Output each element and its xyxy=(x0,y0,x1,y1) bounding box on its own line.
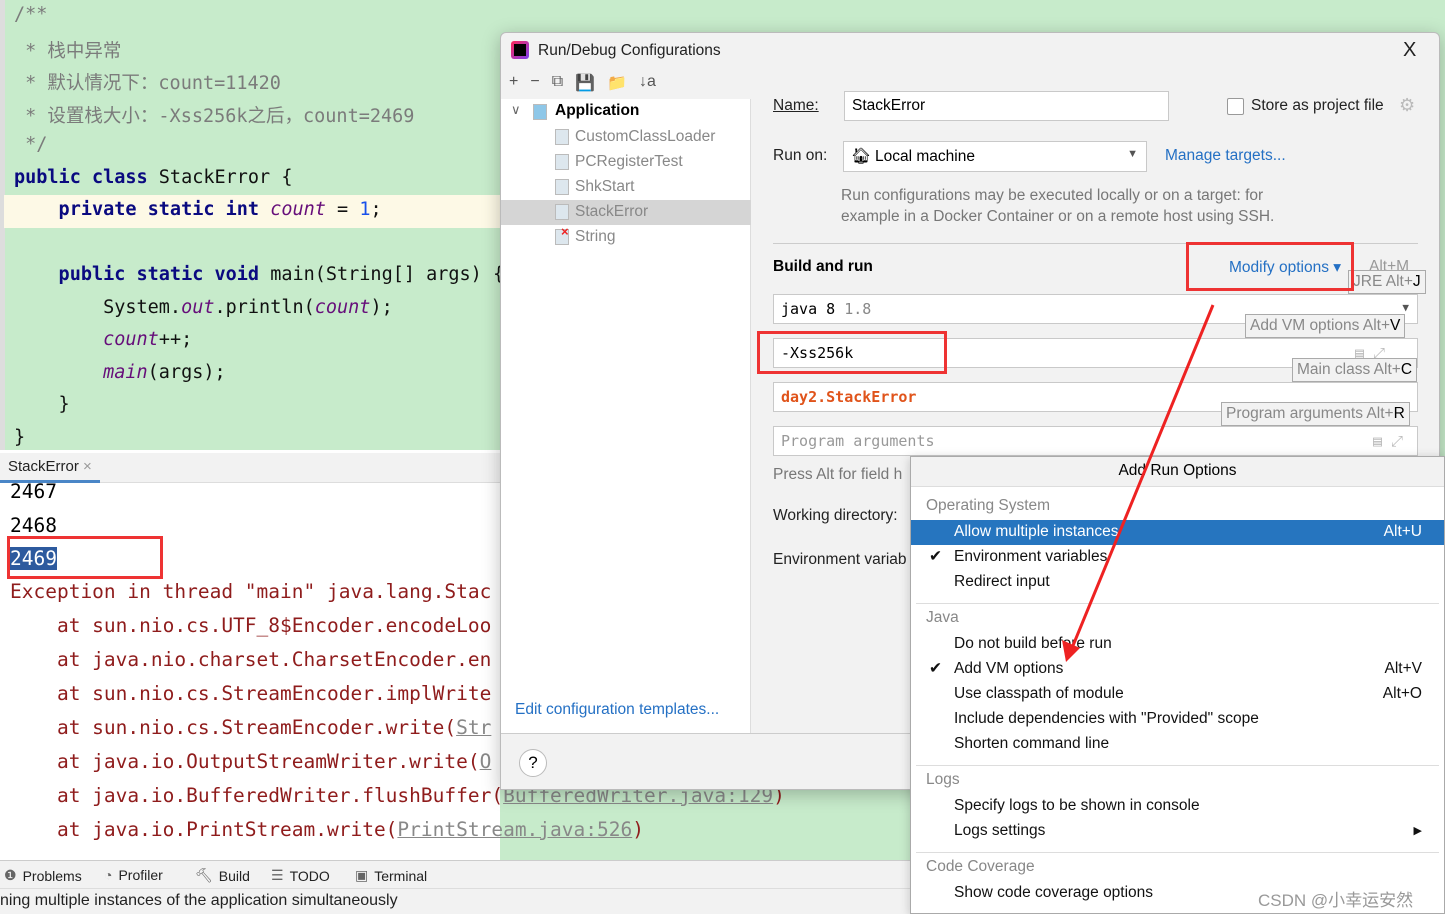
arrow-line xyxy=(1070,304,1215,649)
arrow-head xyxy=(1062,640,1080,662)
watermark: CSDN @小幸运安然 xyxy=(1258,891,1414,910)
annotation-arrow xyxy=(1062,304,1215,662)
